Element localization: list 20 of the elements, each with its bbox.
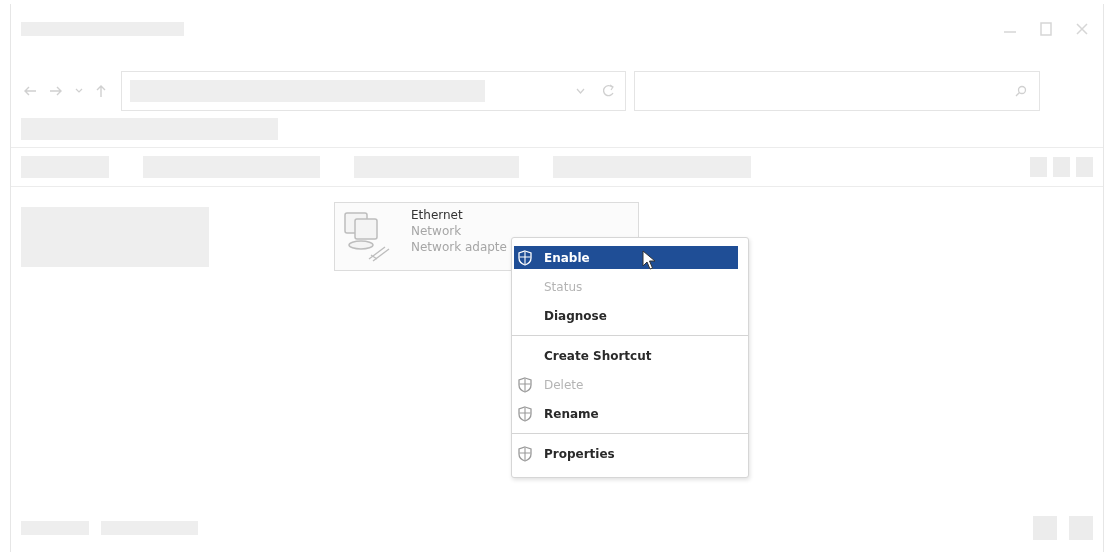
item-description: Network adapte [411,239,507,255]
item-name: Ethernet [411,207,464,223]
address-bar[interactable] [121,71,626,111]
close-icon[interactable] [1075,22,1089,36]
menu-item[interactable]: Rename [514,402,738,425]
maximize-icon[interactable] [1039,21,1053,37]
dropdown-icon[interactable] [75,88,83,94]
menu-item[interactable]: Create Shortcut [514,344,738,367]
back-icon[interactable] [23,85,37,97]
menu-item[interactable]: Diagnose [514,304,738,327]
refresh-icon[interactable] [603,84,615,98]
menu-item[interactable]: Properties [514,442,738,465]
up-arrow-icon[interactable] [95,84,107,98]
search-icon [1015,85,1027,97]
cursor-icon [642,250,656,270]
chevron-down-icon[interactable] [576,88,585,94]
menu-item[interactable]: Enable [514,246,738,269]
search-field[interactable] [634,71,1040,111]
item-type: Network [411,223,463,239]
forward-icon[interactable] [49,85,63,97]
